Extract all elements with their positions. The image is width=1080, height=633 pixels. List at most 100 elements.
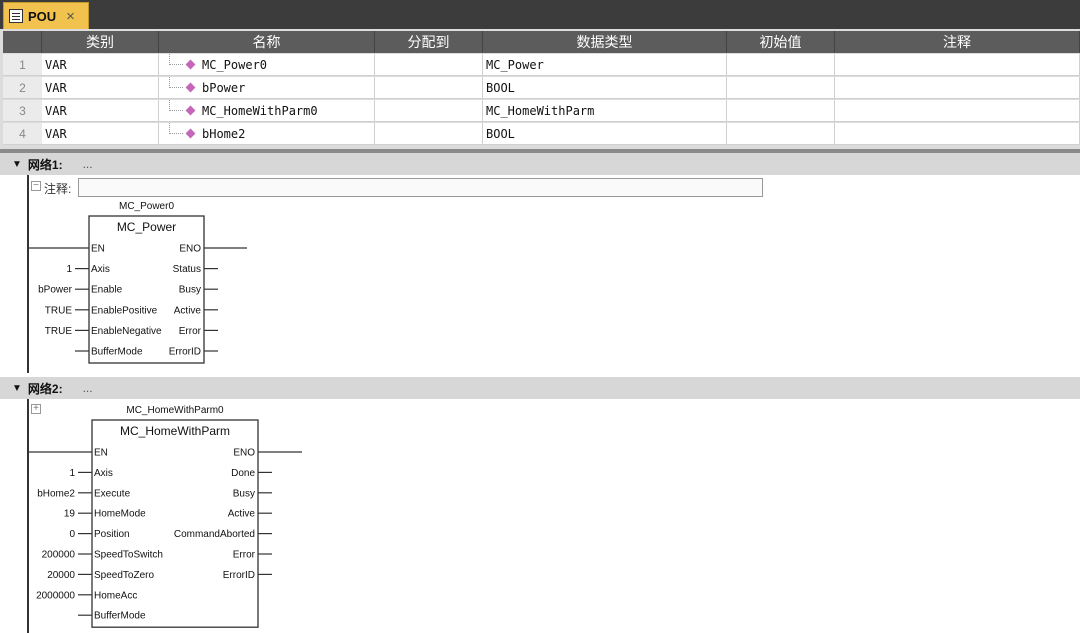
- cell-name[interactable]: bPower: [159, 77, 375, 99]
- cell-assign[interactable]: [375, 77, 483, 99]
- header-category[interactable]: 类别: [42, 31, 159, 53]
- cell-name[interactable]: MC_Power0: [159, 54, 375, 76]
- row-number: 4: [3, 123, 42, 145]
- input-pin-label: BufferMode: [91, 347, 143, 358]
- cell-comment[interactable]: [835, 77, 1080, 99]
- tab-title: POU: [28, 8, 57, 24]
- output-pin-label: Active: [174, 305, 202, 316]
- variable-icon: [185, 82, 196, 93]
- cell-datatype[interactable]: MC_HomeWithParm: [483, 100, 727, 122]
- network-ellipsis: ...: [82, 381, 93, 395]
- input-pin-label: Position: [94, 529, 130, 540]
- editor-tab-bar: POU ×: [0, 0, 1080, 29]
- input-pin-label: EnableNegative: [91, 326, 162, 337]
- output-pin-label: Busy: [233, 488, 255, 499]
- output-pin-label: Error: [233, 550, 256, 561]
- block-instance-name: MC_HomeWithParm0: [126, 405, 224, 416]
- comment-collapse-icon[interactable]: −: [31, 181, 41, 191]
- variable-icon: [185, 128, 196, 139]
- cell-category[interactable]: VAR: [42, 123, 159, 145]
- input-value: TRUE: [45, 305, 73, 316]
- input-pin-label: EnablePositive: [91, 305, 158, 316]
- block-type-name: MC_Power: [117, 220, 176, 234]
- cell-comment[interactable]: [835, 54, 1080, 76]
- cell-datatype[interactable]: BOOL: [483, 77, 727, 99]
- output-pin-label: Error: [179, 326, 202, 337]
- input-pin-label: SpeedToSwitch: [94, 550, 163, 561]
- input-value: 200000: [42, 550, 76, 561]
- input-value: 1: [66, 264, 72, 275]
- cell-initial[interactable]: [727, 123, 835, 145]
- block-instance-name: MC_Power0: [119, 201, 174, 212]
- expand-icon[interactable]: +: [31, 404, 41, 414]
- comment-label: 注释:: [44, 182, 72, 196]
- cell-name[interactable]: MC_HomeWithParm0: [159, 100, 375, 122]
- input-pin-label: Axis: [94, 468, 113, 479]
- block-type-name: MC_HomeWithParm: [120, 424, 230, 438]
- output-pin-label: ENO: [233, 448, 255, 459]
- row-number: 2: [3, 77, 42, 99]
- header-name[interactable]: 名称: [159, 31, 375, 53]
- network-ellipsis: ...: [82, 157, 93, 171]
- cell-category[interactable]: VAR: [42, 54, 159, 76]
- input-pin-label: BufferMode: [94, 611, 146, 622]
- output-pin-label: Busy: [179, 285, 201, 296]
- output-pin-label: Done: [231, 468, 255, 479]
- cell-assign[interactable]: [375, 54, 483, 76]
- network-1-header[interactable]: ▼ 网络1: ...: [0, 153, 1080, 175]
- input-value: 20000: [47, 570, 75, 581]
- input-value: TRUE: [45, 326, 73, 337]
- collapse-arrow-icon[interactable]: ▼: [12, 159, 22, 170]
- cell-comment[interactable]: [835, 100, 1080, 122]
- input-value: 2000000: [36, 590, 75, 601]
- cell-name[interactable]: bHome2: [159, 123, 375, 145]
- cell-datatype[interactable]: MC_Power: [483, 54, 727, 76]
- cell-initial[interactable]: [727, 77, 835, 99]
- cell-assign[interactable]: [375, 123, 483, 145]
- header-comment[interactable]: 注释: [835, 31, 1080, 53]
- power-rail: [27, 175, 29, 373]
- variable-table: 类别 名称 分配到 数据类型 初始值 注释 1 VAR MC_Power0 MC…: [0, 29, 1080, 149]
- cell-datatype[interactable]: BOOL: [483, 123, 727, 145]
- network-title: 网络1:: [27, 157, 63, 172]
- input-pin-label: EN: [94, 448, 108, 459]
- row-number: 1: [3, 54, 42, 76]
- cell-assign[interactable]: [375, 100, 483, 122]
- variable-icon: [185, 105, 196, 116]
- cell-initial[interactable]: [727, 54, 835, 76]
- cell-name-text: MC_Power0: [202, 57, 268, 72]
- comment-input[interactable]: [78, 178, 763, 197]
- row-number: 3: [3, 100, 42, 122]
- input-pin-label: SpeedToZero: [94, 570, 154, 581]
- function-block: [88, 215, 205, 364]
- cell-category[interactable]: VAR: [42, 100, 159, 122]
- network-title: 网络2:: [27, 381, 63, 396]
- input-value: bPower: [38, 285, 73, 296]
- header-assign[interactable]: 分配到: [375, 31, 483, 53]
- pou-icon: [9, 9, 23, 23]
- cell-initial[interactable]: [727, 100, 835, 122]
- tab-pou[interactable]: POU ×: [3, 2, 89, 29]
- input-pin-label: Enable: [91, 285, 123, 296]
- output-pin-label: ErrorID: [169, 347, 201, 358]
- input-pin-label: Axis: [91, 264, 110, 275]
- row-number-header: [3, 31, 42, 53]
- cell-name-text: bHome2: [202, 126, 246, 141]
- header-initial[interactable]: 初始值: [727, 31, 835, 53]
- close-icon[interactable]: ×: [66, 9, 75, 24]
- cell-comment[interactable]: [835, 123, 1080, 145]
- function-block: [91, 419, 259, 628]
- input-pin-label: HomeAcc: [94, 590, 137, 601]
- power-rail: [27, 399, 29, 633]
- input-value: bHome2: [37, 488, 75, 499]
- network-2-header[interactable]: ▼ 网络2: ...: [0, 377, 1080, 399]
- cell-name-text: bPower: [202, 80, 246, 95]
- collapse-arrow-icon[interactable]: ▼: [12, 383, 22, 394]
- input-value: 1: [69, 468, 75, 479]
- variable-icon: [185, 59, 196, 70]
- cell-category[interactable]: VAR: [42, 77, 159, 99]
- output-pin-label: Status: [173, 264, 201, 275]
- header-datatype[interactable]: 数据类型: [483, 31, 727, 53]
- input-value: 19: [64, 509, 76, 520]
- output-pin-label: CommandAborted: [174, 529, 255, 540]
